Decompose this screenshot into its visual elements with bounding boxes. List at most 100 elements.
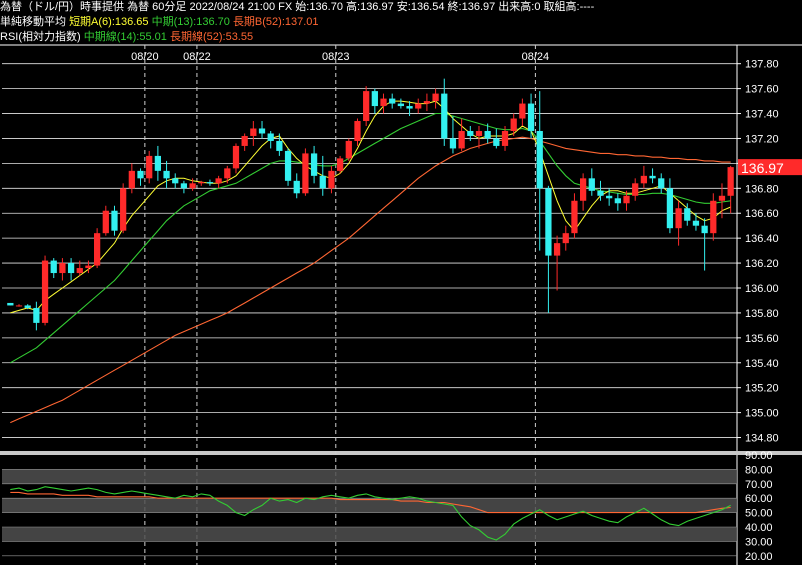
candle-down xyxy=(284,150,292,181)
candle-down xyxy=(276,140,283,151)
candle-up xyxy=(345,140,352,159)
candle-up xyxy=(727,167,734,196)
candle-up xyxy=(415,103,422,109)
candle-up xyxy=(94,233,101,266)
candle-down xyxy=(597,190,604,196)
candle-up xyxy=(232,145,240,169)
candle-up xyxy=(380,98,387,107)
candle-up xyxy=(640,175,647,184)
candle-down xyxy=(50,260,57,274)
rsi-tick-label: 40.00 xyxy=(745,522,773,534)
candle-up xyxy=(710,200,717,234)
candle-down xyxy=(293,180,300,194)
price-tick-label: 135.00 xyxy=(745,408,779,420)
rsi-band xyxy=(2,498,737,513)
candle-down xyxy=(67,263,75,274)
rsi-tick-label: 30.00 xyxy=(745,536,773,548)
candle-down xyxy=(319,175,326,189)
date-label: 08/24 xyxy=(522,51,550,63)
candle-up xyxy=(337,158,344,171)
candle-up xyxy=(432,93,439,102)
candle-up xyxy=(189,183,196,189)
candle-down xyxy=(701,225,708,234)
candle-up xyxy=(241,135,248,146)
candle-up xyxy=(553,243,561,256)
candle-down xyxy=(206,182,214,184)
candle-down xyxy=(666,188,674,229)
candle-down xyxy=(467,130,474,136)
rsi-band xyxy=(2,527,737,542)
candle-down xyxy=(33,307,40,323)
candle-down xyxy=(441,93,448,139)
candle-down xyxy=(493,138,500,146)
candle-down xyxy=(267,133,274,141)
rsi-tick-label: 20.00 xyxy=(745,551,773,563)
candle-down xyxy=(649,175,656,179)
date-label: 08/20 xyxy=(131,51,159,63)
date-label: 08/23 xyxy=(322,51,350,63)
price-tick-label: 136.20 xyxy=(745,258,779,270)
candle-down xyxy=(406,106,413,109)
candle-down xyxy=(137,170,144,179)
candle-down xyxy=(7,302,14,306)
rsi-tick-label: 50.00 xyxy=(745,508,773,520)
candle-down xyxy=(24,305,31,308)
candle-down xyxy=(536,130,543,189)
candle-up xyxy=(623,195,630,204)
candle-up xyxy=(250,128,257,136)
candle-down xyxy=(172,178,179,184)
candle-up xyxy=(519,103,526,119)
candle-up xyxy=(146,155,153,179)
price-tick-label: 134.80 xyxy=(745,433,779,445)
candle-up xyxy=(571,200,578,234)
candle-down xyxy=(163,170,170,179)
candle-up xyxy=(423,101,431,104)
candle-up xyxy=(458,130,465,149)
candle-up xyxy=(198,182,205,184)
candle-up xyxy=(562,233,569,244)
candle-up xyxy=(59,263,66,274)
rsi-tick-label: 90.00 xyxy=(745,450,773,462)
price-tick-label: 137.60 xyxy=(745,84,779,96)
candle-down xyxy=(154,155,161,171)
candle-down xyxy=(684,208,691,221)
candle-down xyxy=(310,153,318,176)
candle-up xyxy=(328,170,335,189)
price-tick-label: 137.40 xyxy=(745,109,779,121)
candle-down xyxy=(545,188,552,256)
candle-up xyxy=(302,153,309,194)
candle-down xyxy=(527,103,535,131)
candle-up xyxy=(580,178,587,201)
candle-down xyxy=(397,103,404,107)
price-chart[interactable]: 137.80137.60137.40137.20137.00136.80136.… xyxy=(0,0,802,565)
candle-down xyxy=(371,91,378,107)
panel-separator xyxy=(0,451,802,455)
ma-short-line xyxy=(10,100,731,314)
candle-down xyxy=(614,198,621,204)
candle-down xyxy=(389,98,396,104)
candle-down xyxy=(658,178,665,189)
candle-down xyxy=(692,220,700,226)
candle-up xyxy=(510,118,517,131)
candle-up xyxy=(224,168,231,179)
candle-up xyxy=(632,183,639,196)
price-tick-label: 137.80 xyxy=(745,59,779,71)
ma-long-line xyxy=(10,136,731,424)
candle-up xyxy=(128,170,135,189)
candle-down xyxy=(111,210,118,231)
candle-up xyxy=(363,91,370,122)
candle-up xyxy=(354,121,361,141)
last-price-label: 136.97 xyxy=(741,160,784,176)
candle-up xyxy=(102,210,109,234)
candle-down xyxy=(588,178,595,191)
candle-down xyxy=(606,195,613,199)
price-tick-label: 137.20 xyxy=(745,133,779,145)
candle-up xyxy=(120,188,127,231)
price-tick-label: 135.60 xyxy=(745,333,779,345)
price-tick-label: 136.80 xyxy=(745,183,779,195)
candle-up xyxy=(76,268,83,274)
candle-down xyxy=(484,130,491,139)
candle-up xyxy=(675,208,682,229)
rsi-tick-label: 70.00 xyxy=(745,479,773,491)
candle-up xyxy=(85,265,92,269)
